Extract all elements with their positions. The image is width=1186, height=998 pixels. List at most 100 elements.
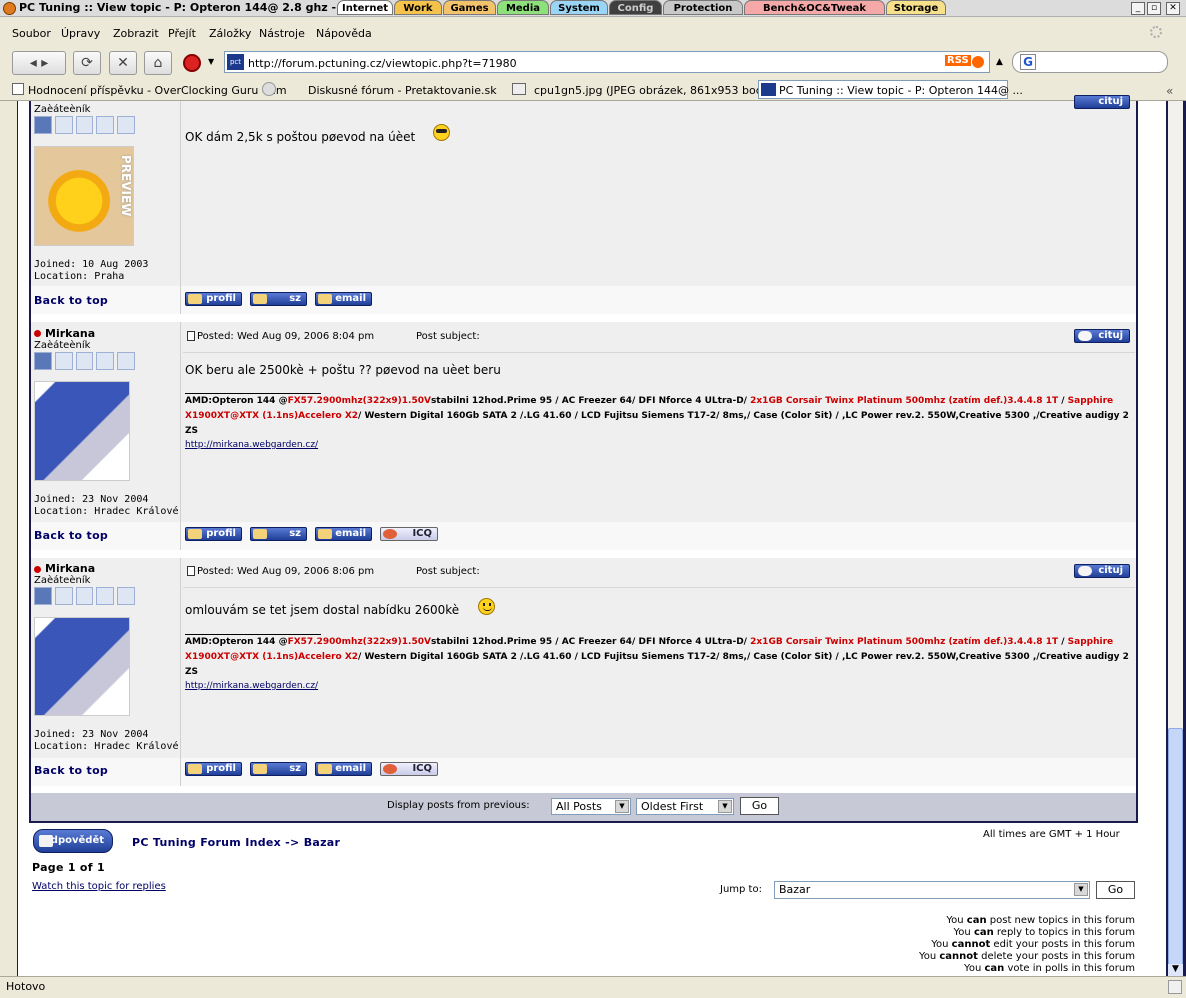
menu-soubor[interactable]: Soubor	[12, 27, 51, 40]
tab-storage[interactable]: Storage	[886, 0, 946, 15]
profile-button[interactable]: profil	[185, 762, 242, 776]
permissions-list: You can post new topics in this forum Yo…	[800, 915, 1135, 975]
reload-button[interactable]: ⟳	[73, 51, 101, 75]
adblock-icon[interactable]	[183, 54, 201, 72]
column-divider	[180, 558, 181, 786]
location: Location: Hradec Králové	[34, 741, 179, 752]
profile-button[interactable]: profil	[185, 292, 242, 306]
menu-upravy[interactable]: Úpravy	[61, 27, 100, 40]
joined-date: Joined: 10 Aug 2003	[34, 259, 149, 270]
close-button[interactable]: ✕	[1166, 2, 1180, 15]
private-message-button[interactable]: sz	[250, 527, 307, 541]
url-text[interactable]: http://forum.pctuning.cz/viewtopic.php?t…	[248, 57, 517, 70]
back-forward-button[interactable]: ◂ ▸	[12, 51, 66, 75]
maximize-button[interactable]: ▫	[1147, 2, 1161, 15]
rss-icon[interactable]: RSS	[945, 55, 971, 66]
bookmarks-overflow-icon[interactable]: «	[1166, 84, 1173, 98]
display-go-button[interactable]: Go	[740, 797, 779, 815]
bookmark-page-icon	[12, 83, 24, 95]
quote-button[interactable]: cituj	[1074, 329, 1130, 343]
page-number: Page 1 of 1	[32, 861, 105, 874]
email-button-label: email	[335, 293, 366, 304]
active-tab-label[interactable]: PC Tuning :: View topic - P: Opteron 144…	[779, 84, 1023, 97]
icq-button[interactable]: ICQ	[380, 527, 438, 541]
post-author[interactable]: Mirkana	[45, 327, 95, 340]
pm-button-label: sz	[289, 293, 301, 304]
menu-zobrazit[interactable]: Zobrazit	[113, 27, 159, 40]
email-button[interactable]: email	[315, 292, 372, 306]
bookmark-hodnoceni[interactable]: Hodnocení příspěvku - OverClocking Guru …	[28, 84, 287, 97]
post-author[interactable]: Mirkana	[45, 562, 95, 575]
icq-button-label: ICQ	[412, 763, 432, 774]
menu-napoveda[interactable]: Nápověda	[316, 27, 372, 40]
back-to-top-link[interactable]: Back to top	[34, 294, 108, 307]
post-icon	[187, 566, 195, 576]
user-rank: Zaèáteèník	[34, 104, 91, 115]
posts-period-select[interactable]: All Posts ▼	[551, 798, 631, 815]
menu-prejit[interactable]: Přejít	[168, 27, 196, 40]
email-button[interactable]: email	[315, 762, 372, 776]
stop-button[interactable]: ✕	[109, 51, 137, 75]
adblock-dropdown-icon[interactable]: ▼	[208, 57, 214, 66]
google-search-icon[interactable]: G	[1020, 54, 1036, 70]
quote-button[interactable]: cituj	[1074, 564, 1130, 578]
column-divider	[180, 101, 181, 314]
timezone-note: All times are GMT + 1 Hour	[983, 829, 1120, 840]
status-text: Hotovo	[6, 980, 46, 993]
posted-date: Posted: Wed Aug 09, 2006 8:04 pm	[197, 331, 375, 342]
reply-icon	[39, 835, 53, 847]
back-to-top-link[interactable]: Back to top	[34, 529, 108, 542]
avatar: PREVIEW	[34, 146, 134, 246]
tab-internet[interactable]: Internet	[337, 0, 393, 15]
envelope-icon	[318, 529, 332, 539]
firefox-icon	[3, 2, 16, 15]
bookmark-diskusne-forum[interactable]: Diskusné fórum - Pretaktovanie.sk	[308, 84, 497, 97]
profile-button[interactable]: profil	[185, 527, 242, 541]
tab-config[interactable]: Config	[609, 0, 662, 15]
breadcrumb[interactable]: PC Tuning Forum Index -> Bazar	[132, 836, 340, 849]
quote-button-label: cituj	[1098, 330, 1123, 341]
scrollbar-thumb[interactable]	[1168, 728, 1183, 968]
location: Location: Praha	[34, 271, 125, 282]
tab-system[interactable]: System	[550, 0, 608, 15]
quote-button[interactable]: cituj	[1074, 95, 1130, 109]
post-subject-label: Post subject:	[416, 566, 480, 577]
jump-to-select[interactable]: Bazar ▼	[774, 881, 1090, 899]
menu-zalozky[interactable]: Záložky	[209, 27, 251, 40]
live-bookmark-icon[interactable]	[972, 56, 984, 68]
tab-protection[interactable]: Protection	[663, 0, 743, 15]
minimize-button[interactable]: _	[1131, 2, 1145, 15]
status-bar	[0, 976, 1186, 998]
menu-nastroje[interactable]: Nástroje	[259, 27, 305, 40]
tab-work[interactable]: Work	[394, 0, 442, 15]
tab-bench-oc-tweak[interactable]: Bench&OC&Tweak	[744, 0, 885, 15]
home-button[interactable]: ⌂	[144, 51, 172, 75]
posted-date: Posted: Wed Aug 09, 2006 8:06 pm	[197, 566, 375, 577]
jump-go-button[interactable]: Go	[1096, 881, 1135, 899]
post-message: OK beru ale 2500kè + poštu ?? pøevod na …	[185, 363, 501, 377]
signature: AMD:Opteron 144 @FX57.2900mhz(322x9)1.50…	[185, 396, 1129, 436]
signature-link[interactable]: http://mirkana.webgarden.cz/	[185, 681, 318, 691]
watch-topic-link[interactable]: Watch this topic for replies	[32, 881, 166, 892]
tab-games[interactable]: Games	[443, 0, 496, 15]
private-message-button[interactable]: sz	[250, 762, 307, 776]
signature-link[interactable]: http://mirkana.webgarden.cz/	[185, 440, 318, 450]
reply-button[interactable]: odpovědět	[33, 829, 113, 853]
sort-order-select[interactable]: Oldest First ▼	[636, 798, 734, 815]
icq-flower-icon	[383, 764, 397, 774]
bookmark-cpu-image[interactable]: cpu1gn5.jpg (JPEG obrázek, 861x953 bodů)	[534, 84, 774, 97]
scroll-down-arrow-icon[interactable]: ▼	[1168, 964, 1183, 976]
sort-order-value: Oldest First	[641, 800, 704, 813]
url-history-icon[interactable]: ▲	[996, 57, 1003, 67]
icq-button[interactable]: ICQ	[380, 762, 438, 776]
post-icon	[187, 331, 195, 341]
permission-line: You can vote in polls in this forum	[964, 963, 1135, 974]
security-lock-icon	[1168, 980, 1182, 994]
profile-button-label: profil	[206, 763, 236, 774]
permission-line: You cannot delete your posts in this for…	[918, 951, 1135, 962]
dropdown-arrow-icon: ▼	[1074, 883, 1088, 896]
back-to-top-link[interactable]: Back to top	[34, 764, 108, 777]
tab-media[interactable]: Media	[497, 0, 549, 15]
email-button[interactable]: email	[315, 527, 372, 541]
private-message-button[interactable]: sz	[250, 292, 307, 306]
